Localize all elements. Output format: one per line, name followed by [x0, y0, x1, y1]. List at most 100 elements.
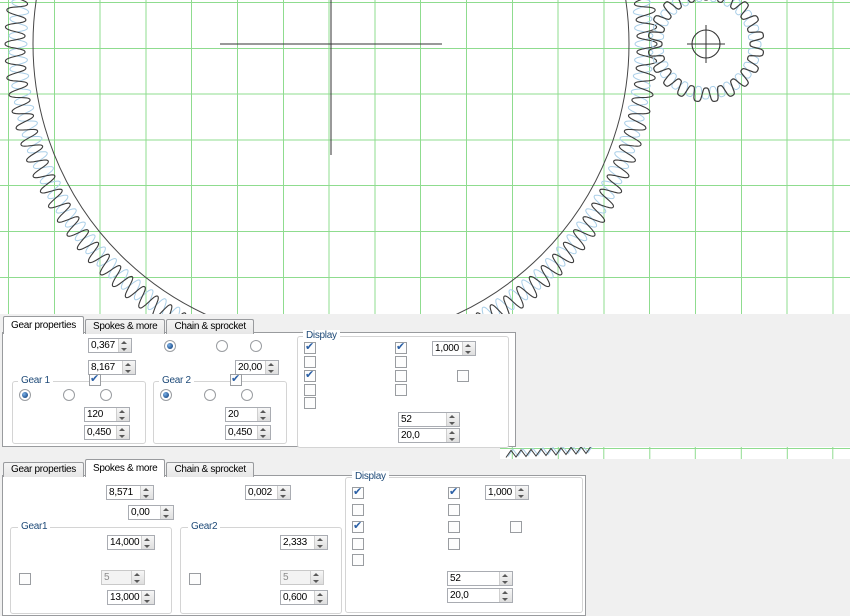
show-rotated-spinner-2[interactable] — [499, 572, 512, 585]
show-rotated-value[interactable]: 52 — [399, 413, 446, 426]
gear2-teeth-spinner[interactable] — [257, 408, 270, 421]
draw-thicker-lines-checkbox-2[interactable] — [352, 538, 364, 550]
gear2-teeth-value[interactable]: 20 — [226, 408, 257, 421]
gear1-spur-radio[interactable] — [19, 389, 31, 401]
gear1-show-checkbox[interactable] — [89, 374, 101, 386]
gear1-pitch-diameter-spinner[interactable] — [141, 536, 154, 549]
spin-down-icon[interactable] — [117, 415, 129, 422]
spin-down-icon[interactable] — [161, 513, 173, 520]
tab-gear-properties[interactable]: Gear properties — [3, 316, 84, 334]
gear2-teeth-input[interactable]: 20 — [225, 407, 271, 422]
show-line-of-contact-checkbox[interactable] — [304, 356, 316, 368]
grid-size-input-2[interactable]: 1,000 — [485, 485, 529, 500]
show-line-of-contact-checkbox-2[interactable] — [352, 504, 364, 516]
gear1-shaft-hole-input[interactable]: 13,000 — [107, 590, 155, 605]
grid-checkbox[interactable] — [395, 342, 407, 354]
grid-size-spinner[interactable] — [462, 342, 475, 355]
contact-angle-value[interactable]: 20,00 — [236, 361, 265, 374]
gear1-teeth-spinner[interactable] — [116, 408, 129, 421]
spin-down-icon[interactable] — [315, 598, 327, 605]
animate-checkbox[interactable] — [395, 370, 407, 382]
spin-down-icon[interactable] — [258, 433, 270, 440]
gear1-teeth-input[interactable]: 120 — [84, 407, 130, 422]
spin-down-icon[interactable] — [258, 415, 270, 422]
right-angle-adjust-input[interactable]: 0,00 — [128, 505, 174, 520]
spin-down-icon[interactable] — [119, 346, 131, 353]
show-center-checkbox[interactable] — [304, 370, 316, 382]
wobbly-checkbox[interactable] — [457, 370, 469, 382]
show-center-checkbox-2[interactable] — [352, 521, 364, 533]
show-rotated-spinner[interactable] — [446, 413, 459, 426]
screen-view-width-spinner-2[interactable] — [499, 589, 512, 602]
slop-value[interactable]: 0,002 — [246, 486, 277, 499]
right-angle-adjust-spinner[interactable] — [160, 506, 173, 519]
screen-view-width-input-2[interactable]: 20,0 — [447, 588, 513, 603]
shaft-spacing-spinner[interactable] — [122, 361, 135, 374]
tab-chain-and-sprocket[interactable]: Chain & sprocket — [166, 319, 253, 334]
gear2-spokes-checkbox[interactable] — [189, 573, 201, 585]
spin-down-icon[interactable] — [123, 368, 135, 375]
fewer-line-segments-checkbox-2[interactable] — [352, 554, 364, 566]
grid-size-value[interactable]: 1,000 — [433, 342, 462, 355]
slop-spinner[interactable] — [277, 486, 290, 499]
draw-thicker-lines-checkbox[interactable] — [304, 384, 316, 396]
gear1-pitch-diameter-input[interactable]: 14,000 — [107, 535, 155, 550]
gear2-rack-radio[interactable] — [241, 389, 253, 401]
spin-down-icon[interactable] — [447, 420, 459, 427]
tab-gear-properties-2[interactable]: Gear properties — [3, 462, 84, 477]
screen-view-width-spinner[interactable] — [446, 429, 459, 442]
gear1-pitch-diameter-value[interactable]: 14,000 — [108, 536, 141, 549]
type-involute-radio[interactable] — [164, 340, 176, 352]
contact-angle-spinner[interactable] — [265, 361, 278, 374]
show-rotated-input[interactable]: 52 — [398, 412, 460, 427]
spin-down-icon[interactable] — [266, 368, 278, 375]
screen-view-width-value-2[interactable]: 20,0 — [448, 589, 499, 602]
gear1-shaft-hole-value[interactable]: 13,000 — [108, 591, 141, 604]
gear2-addendum-value[interactable]: 0,450 — [226, 426, 257, 439]
grid-size-spinner-2[interactable] — [515, 486, 528, 499]
slop-input[interactable]: 0,002 — [245, 485, 291, 500]
screen-view-width-input[interactable]: 20,0 — [398, 428, 460, 443]
grid-size-input[interactable]: 1,000 — [432, 341, 476, 356]
gear2-shaft-hole-value[interactable]: 0,600 — [281, 591, 314, 604]
right-angle-adjust-value[interactable]: 0,00 — [129, 506, 160, 519]
tab-chain-and-sprocket-2[interactable]: Chain & sprocket — [166, 462, 253, 477]
fewer-line-segments-checkbox[interactable] — [304, 397, 316, 409]
diametric-pitch-spinner[interactable] — [140, 486, 153, 499]
gear1-addendum-input[interactable]: 0,450 — [84, 425, 130, 440]
spin-down-icon[interactable] — [278, 493, 290, 500]
tooth-spacing-input[interactable]: 0,367 — [88, 338, 132, 353]
gear2-pitch-diameter-spinner[interactable] — [314, 536, 327, 549]
tooth-spacing-value[interactable]: 0,367 — [89, 339, 118, 352]
gear2-pitch-diameter-input[interactable]: 2,333 — [280, 535, 328, 550]
screen-view-width-value[interactable]: 20,0 — [399, 429, 446, 442]
spin-down-icon[interactable] — [315, 543, 327, 550]
grid-diagonals-checkbox-2[interactable] — [448, 504, 460, 516]
draw-unmeshed-checkbox-2[interactable] — [448, 538, 460, 550]
spin-down-icon[interactable] — [500, 596, 512, 603]
spin-down-icon[interactable] — [142, 598, 154, 605]
tooth-spacing-spinner[interactable] — [118, 339, 131, 352]
show-rotated-input-2[interactable]: 52 — [447, 571, 513, 586]
gear1-addendum-spinner[interactable] — [116, 426, 129, 439]
gear2-spur-radio[interactable] — [160, 389, 172, 401]
spin-down-icon[interactable] — [142, 543, 154, 550]
show-pitch-diameter-checkbox-2[interactable] — [352, 487, 364, 499]
type-protractor-radio[interactable] — [250, 340, 262, 352]
wobbly-checkbox-2[interactable] — [510, 521, 522, 533]
grid-size-value-2[interactable]: 1,000 — [486, 486, 515, 499]
draw-unmeshed-checkbox[interactable] — [395, 384, 407, 396]
gear1-rack-radio[interactable] — [100, 389, 112, 401]
spin-down-icon[interactable] — [447, 436, 459, 443]
gear2-addendum-input[interactable]: 0,450 — [225, 425, 271, 440]
drawing-canvas[interactable] — [0, 0, 850, 314]
spin-down-icon[interactable] — [141, 493, 153, 500]
gear1-shaft-hole-spinner[interactable] — [141, 591, 154, 604]
spin-down-icon[interactable] — [463, 349, 475, 356]
gear2-shaft-hole-input[interactable]: 0,600 — [280, 590, 328, 605]
grid-checkbox-2[interactable] — [448, 487, 460, 499]
gear2-pitch-diameter-value[interactable]: 2,333 — [281, 536, 314, 549]
gear1-addendum-value[interactable]: 0,450 — [85, 426, 116, 439]
type-pin-radio[interactable] — [216, 340, 228, 352]
animate-checkbox-2[interactable] — [448, 521, 460, 533]
